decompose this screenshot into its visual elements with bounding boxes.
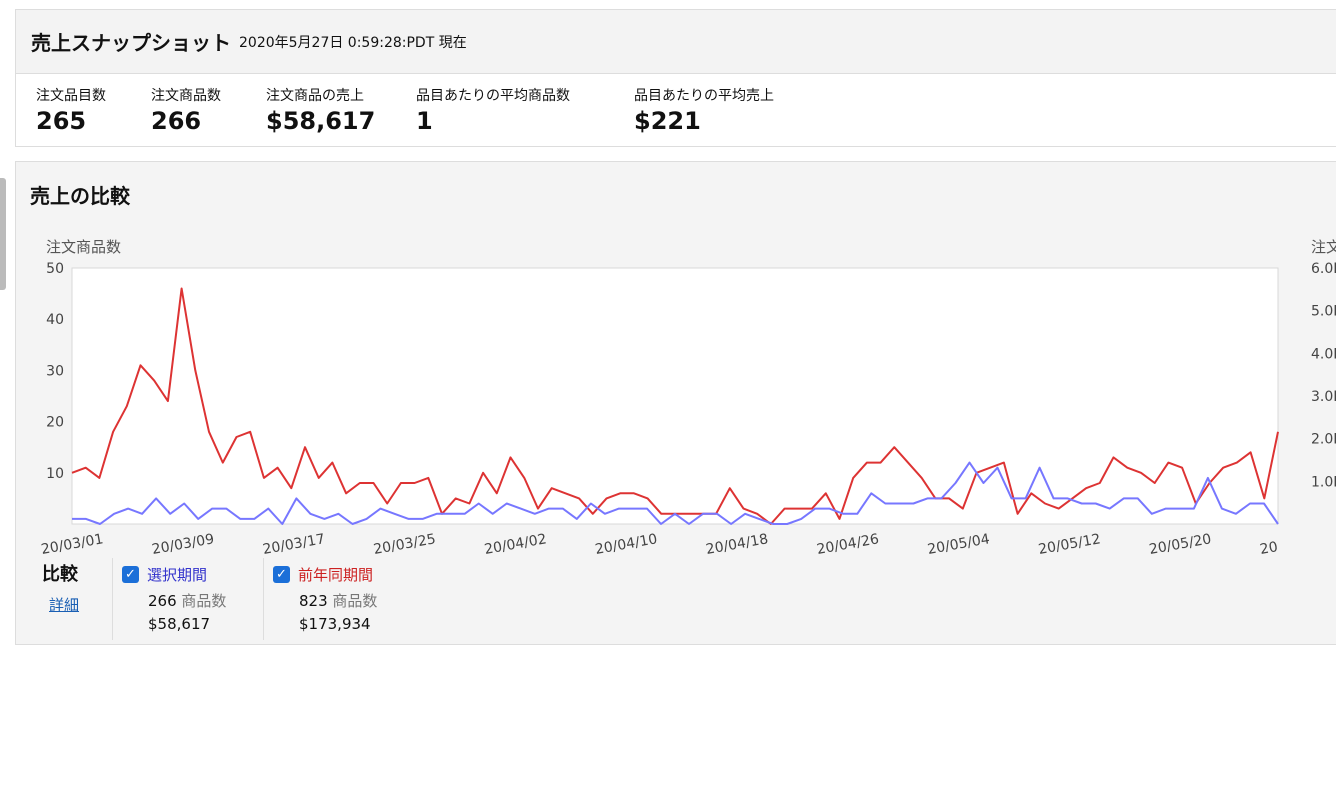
- previous-period-checkbox[interactable]: ✓: [273, 566, 290, 583]
- x-tick-label: 20/03/17: [262, 531, 327, 558]
- metric-value: $58,617: [266, 107, 376, 135]
- metric-label: 品目あたりの平均売上: [634, 88, 774, 104]
- metric-ordered-sales: 注文商品の売上 $58,617: [266, 85, 375, 135]
- metric-avg-units-per-item: 品目あたりの平均商品数 1: [416, 85, 570, 135]
- sales-comparison-panel: 売上の比較 注文商品数1020304050注文1.0K2.0K3.0K4.0K5…: [15, 161, 1336, 645]
- y2-tick-label: 1.0K: [1311, 474, 1336, 490]
- x-tick-label: 20/04/18: [705, 531, 770, 558]
- y-tick-label: 40: [46, 312, 64, 328]
- side-tab-handle[interactable]: [0, 178, 6, 290]
- metric-avg-sales-per-item: 品目あたりの平均売上 $221: [634, 85, 774, 135]
- metric-order-items: 注文品目数 265: [36, 85, 106, 135]
- x-tick-label: 20/04/26: [816, 531, 881, 558]
- previous-period-label: 前年同期間: [298, 566, 374, 584]
- x-tick-label: 20/05/20: [1148, 531, 1213, 558]
- sales-comparison-chart: 注文商品数 10 20 30 40 50 注文 1.0K 2.0K 3.0K 4.0K 5.0K 6.0…: [40, 238, 1336, 558]
- x-tick-label: 20/03/01: [40, 531, 105, 558]
- selected-period-label: 選択期間: [147, 566, 208, 584]
- snapshot-timestamp: 2020年5月27日 0:59:28:PDT 現在: [239, 34, 467, 51]
- y-tick-label: 50: [46, 261, 64, 277]
- y2-axis-title: 注文: [1311, 238, 1336, 256]
- metric-value: 265: [36, 107, 87, 135]
- snapshot-header: 売上スナップショット 2020年5月27日 0:59:28:PDT 現在: [16, 10, 1336, 74]
- x-tick-label: 20/05/12: [1037, 531, 1102, 558]
- compare-label: 比較: [42, 564, 78, 585]
- y2-tick-label: 3.0K: [1311, 389, 1336, 405]
- snapshot-title: 売上スナップショット: [31, 31, 231, 55]
- sales-snapshot-panel: 売上スナップショット 2020年5月27日 0:59:28:PDT 現在 注文品…: [15, 9, 1336, 147]
- selected-units-label: 商品数: [181, 592, 227, 610]
- y-axis-title: 注文商品数: [46, 238, 121, 256]
- previous-sales: $173,934: [299, 615, 371, 633]
- x-tick-label: 20/03/09: [151, 531, 216, 558]
- plot-area: [71, 267, 1279, 525]
- metric-value: 266: [151, 107, 202, 135]
- previous-units-label: 商品数: [332, 592, 378, 610]
- metric-value: 1: [416, 107, 433, 135]
- detail-link[interactable]: 詳細: [49, 594, 79, 615]
- y2-tick-label: 2.0K: [1311, 432, 1336, 448]
- legend-divider: [263, 558, 264, 640]
- y2-tick-label: 4.0K: [1311, 346, 1336, 362]
- legend-divider: [112, 558, 113, 640]
- metric-label: 注文商品数: [151, 88, 221, 104]
- x-tick-label: 20: [1259, 539, 1279, 558]
- compare-section: 比較 詳細: [42, 560, 79, 615]
- selected-units: 266: [148, 592, 177, 610]
- y-tick-label: 30: [46, 363, 64, 379]
- legend-selected-period: ✓ 選択期間 266 商品数 $58,617: [122, 564, 226, 633]
- previous-units: 823: [299, 592, 328, 610]
- selected-period-checkbox[interactable]: ✓: [122, 566, 139, 583]
- metric-label: 品目あたりの平均商品数: [416, 88, 570, 104]
- metric-label: 注文商品の売上: [266, 88, 364, 104]
- metric-units-ordered: 注文商品数 266: [151, 85, 221, 135]
- x-tick-label: 20/04/02: [483, 531, 548, 558]
- metric-value: $221: [634, 107, 701, 135]
- y-tick-label: 20: [46, 415, 64, 431]
- x-tick-label: 20/03/25: [372, 531, 437, 558]
- metric-label: 注文品目数: [36, 88, 106, 104]
- selected-sales: $58,617: [148, 615, 211, 633]
- y-tick-label: 10: [46, 466, 64, 482]
- x-tick-label: 20/05/04: [926, 531, 991, 558]
- y2-tick-label: 5.0K: [1311, 304, 1336, 320]
- y2-tick-label: 6.0K: [1311, 261, 1336, 277]
- legend-previous-period: ✓ 前年同期間 823 商品数 $173,934: [273, 564, 377, 633]
- x-tick-label: 20/04/10: [594, 531, 659, 558]
